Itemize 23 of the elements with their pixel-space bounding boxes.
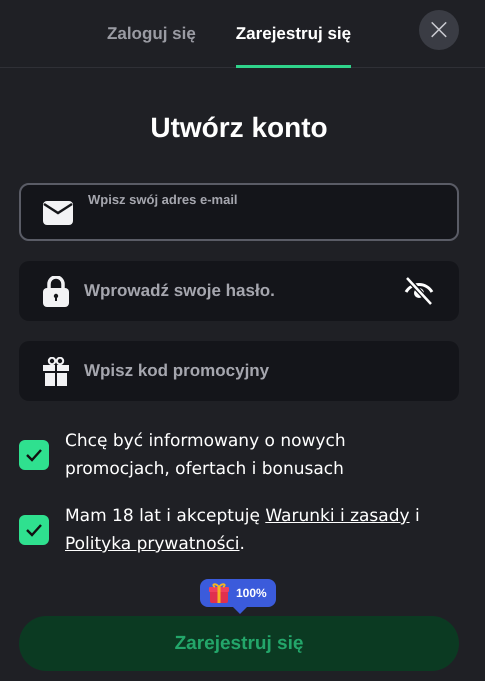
input-field[interactable]: Wpisz kod promocyjny [82,360,435,382]
tab[interactable]: Zaloguj się [107,0,196,68]
gift-icon [43,356,69,386]
input-field[interactable]: Wpisz swój adres e-mail [86,191,435,208]
consent-text: Mam 18 lat i akceptuję Warunki i zasady i Polityka prywatności. [65,505,421,556]
text-field[interactable]: Wpisz kod promocyjny [19,341,459,401]
envelope-icon [43,201,73,225]
close-button[interactable]: × [419,10,459,50]
consent-text: Chcę być informowany o nowych promocjach, ofertach i bonusach [65,430,347,481]
check-icon [25,523,43,537]
form-title: Utwórz konto [149,112,329,144]
input-field[interactable]: Wprowadź swoje hasło. [82,280,390,302]
link[interactable]: Polityka prywatności [65,534,240,554]
link[interactable]: Warunki i zasady [265,506,410,526]
checkbox[interactable] [19,440,49,470]
check-icon [25,448,43,462]
text-field[interactable]: Wprowadź swoje hasło. [19,261,459,321]
tab[interactable]: Zarejestruj się [236,0,352,68]
eye-slash-icon[interactable] [403,275,435,307]
gift-icon [208,582,230,604]
checkbox[interactable] [19,515,49,545]
text-field[interactable]: Wpisz swój adres e-mail [19,183,459,241]
lock-icon [43,276,69,306]
